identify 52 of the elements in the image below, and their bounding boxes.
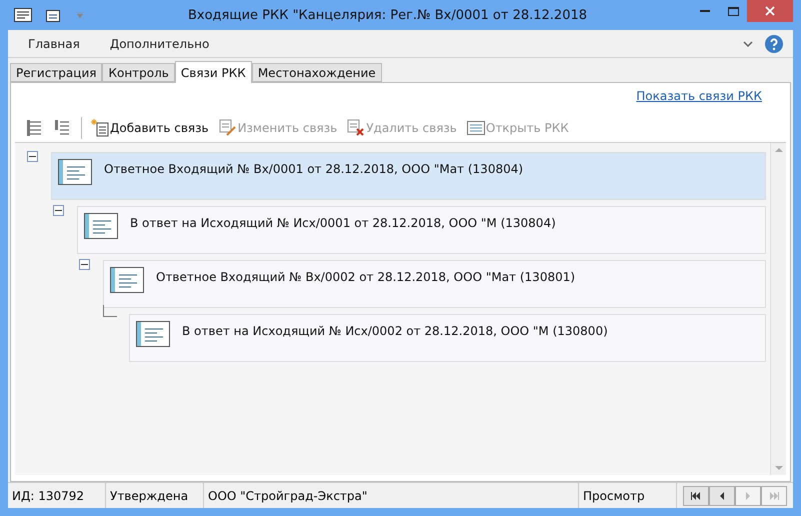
document-icon <box>84 213 118 239</box>
next-icon <box>746 492 750 500</box>
collapse-toggle[interactable] <box>79 259 90 270</box>
show-links-link[interactable]: Показать связи РКК <box>636 89 762 113</box>
status-state: Утверждена <box>106 483 204 508</box>
tree-node[interactable]: В ответ на Исходящий № Исх/0001 от 28.12.2018, ООО "М (130804) <box>77 206 766 254</box>
node-text: В ответ на Исходящий № Исх/0002 от 28.12.2018, ООО "М (130800) <box>182 324 608 338</box>
text-field-icon[interactable] <box>46 8 62 22</box>
tab[interactable]: Связи РКК <box>174 61 252 83</box>
status-mode: Просмотр <box>579 483 677 508</box>
first-icon <box>691 492 701 500</box>
tree-node[interactable]: Ответное Входящий № Вх/0001 от 28.12.2018, ООО "Мат (130804) <box>51 152 766 200</box>
card-icon <box>466 120 485 134</box>
document-icon <box>110 267 144 293</box>
node-text: В ответ на Исходящий № Исх/0001 от 28.12.2018, ООО "М (130804) <box>130 216 556 230</box>
collapse-toggle[interactable] <box>53 205 64 216</box>
window-title: Входящие РКК "Канцелярия: Рег.№ Вх/0001 от 28.12.2018 <box>186 8 588 22</box>
ribbon-tab[interactable]: Главная <box>28 36 80 50</box>
nav-button[interactable] <box>683 486 709 506</box>
tree-expand-icon <box>26 118 44 136</box>
add-link-icon <box>91 118 109 136</box>
status-organization: ООО "Стройград-Экстра" <box>204 483 579 508</box>
minus-icon <box>81 261 88 268</box>
tree-connector <box>103 305 117 317</box>
minimize-icon <box>700 10 710 12</box>
minus-icon <box>55 207 62 214</box>
node-text: Ответное Входящий № Вх/0001 от 28.12.2018, ООО "Мат (130804) <box>104 162 524 176</box>
tab[interactable]: Регистрация <box>10 63 102 82</box>
tab[interactable]: Местонахождение <box>252 63 382 82</box>
chevron-down-icon[interactable] <box>743 40 753 46</box>
last-icon <box>769 492 779 500</box>
nav-button[interactable] <box>709 486 735 506</box>
delete-link-icon <box>347 118 366 136</box>
maximize-icon <box>728 6 738 16</box>
help-icon[interactable] <box>765 34 783 52</box>
app-icon[interactable] <box>14 8 32 22</box>
document-icon <box>136 321 170 347</box>
toolbar-button[interactable]: Добавить связь <box>88 116 212 138</box>
node-text: Ответное Входящий № Вх/0002 от 28.12.2018, ООО "Мат (130801) <box>156 270 576 284</box>
document-icon <box>58 159 92 185</box>
previous-icon <box>720 492 724 500</box>
minus-icon <box>29 153 36 160</box>
tree-node[interactable]: Ответное Входящий № Вх/0002 от 28.12.2018, ООО "Мат (130801) <box>103 260 766 308</box>
edit-link-icon <box>218 118 237 136</box>
tab[interactable]: Контроль <box>102 63 175 82</box>
close-button[interactable] <box>747 0 793 22</box>
close-icon <box>765 6 775 16</box>
tree-collapse-icon <box>54 118 72 136</box>
tree-node[interactable]: В ответ на Исходящий № Исх/0002 от 28.12.2018, ООО "М (130800) <box>129 314 766 362</box>
ribbon-tab[interactable]: Дополнительно <box>110 36 210 50</box>
collapse-toggle[interactable] <box>27 151 38 162</box>
status-id: ИД: 130792 <box>8 483 106 508</box>
